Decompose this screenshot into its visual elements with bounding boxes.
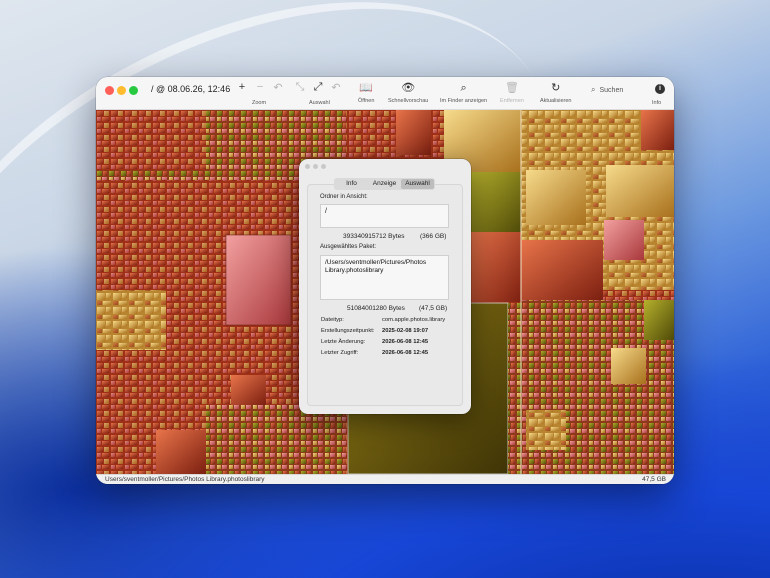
treemap-block[interactable] — [156, 430, 206, 474]
treemap-block[interactable] — [225, 234, 292, 326]
status-path: Users/sventmoller/Pictures/Photos Librar… — [105, 476, 265, 483]
window-title: / @ 08.06.26, 12:46 — [151, 84, 231, 94]
eye-icon: 👁 — [401, 82, 416, 94]
open-button[interactable]: 📖 Öffnen — [358, 81, 374, 104]
zoom-label: Zoom — [252, 100, 267, 106]
tab-info[interactable]: Info — [335, 179, 368, 189]
package-size: (47,5 GB) — [419, 305, 448, 312]
search-icon: ⌕ — [591, 85, 596, 94]
toolbar: / @ 08.06.26, 12:46 + − ↶ Zoom ⤡ ⤢ ↶ Aus… — [96, 77, 674, 110]
meta-accessed-key: Letzter Zugriff: — [321, 350, 359, 356]
treemap-block[interactable] — [96, 290, 166, 350]
finder-label: Im Finder anzeigen — [440, 98, 488, 104]
tab-auswahl[interactable]: Auswahl — [401, 179, 434, 189]
meta-modified-value: 2026-06-08 12:45 — [382, 339, 429, 345]
info-icon[interactable]: i — [655, 84, 665, 94]
shrink-icon[interactable]: ⤡ — [294, 81, 306, 94]
treemap-block[interactable] — [641, 110, 674, 150]
selection-group: ⤡ ⤢ ↶ — [294, 81, 342, 94]
status-size: 47,5 GB — [642, 476, 666, 483]
search-placeholder: Suchen — [599, 87, 624, 94]
treemap-block[interactable] — [611, 348, 646, 384]
treemap-block[interactable] — [526, 170, 586, 225]
open-label: Öffnen — [358, 98, 375, 104]
treemap-block[interactable] — [521, 240, 603, 300]
selection-label: Auswahl — [309, 100, 330, 106]
close-button[interactable] — [105, 86, 114, 95]
treemap-block[interactable] — [96, 110, 206, 170]
remove-button[interactable]: 🗑 Entfernen — [500, 81, 524, 104]
meta-modified-key: Letzte Änderung: — [321, 339, 366, 345]
folder-label: Ordner in Ansicht: — [320, 194, 368, 200]
undo-icon[interactable]: ↶ — [272, 81, 284, 94]
inspector-zoom-button[interactable] — [321, 164, 326, 169]
treemap-block[interactable] — [604, 220, 644, 260]
status-bar: Users/sventmoller/Pictures/Photos Librar… — [96, 474, 674, 484]
inspector-panel: Info Anzeige Auswahl Ordner in Ansicht: … — [299, 159, 471, 414]
zoom-in-icon[interactable]: + — [236, 81, 248, 94]
zoom-group: + − ↶ — [236, 81, 284, 94]
folder-path-field[interactable]: / — [320, 204, 449, 228]
treemap-block[interactable] — [526, 410, 566, 450]
finder-icon: ⌕ — [460, 82, 467, 94]
search-field[interactable]: ⌕ Suchen — [591, 85, 623, 95]
minimize-button[interactable] — [117, 86, 126, 95]
treemap-block[interactable] — [508, 303, 521, 474]
treemap-block[interactable] — [471, 232, 521, 302]
trash-icon: 🗑 — [504, 82, 519, 94]
info-label: Info — [652, 100, 662, 106]
meta-type-key: Dateityp: — [321, 317, 344, 323]
refresh-label: Aktualisieren — [540, 98, 572, 104]
expand-icon[interactable]: ⤢ — [312, 81, 324, 94]
meta-accessed-value: 2026-06-08 12:45 — [382, 350, 429, 356]
zoom-out-icon[interactable]: − — [254, 81, 266, 94]
treemap-block[interactable] — [606, 165, 674, 217]
finder-button[interactable]: ⌕ Im Finder anzeigen — [440, 81, 487, 104]
package-path-field[interactable]: /Users/sventmoller/Pictures/Photos Libra… — [320, 255, 449, 300]
inspector-close-button[interactable] — [305, 164, 310, 169]
treemap-block[interactable] — [396, 110, 431, 155]
refresh-icon: ↻ — [551, 82, 561, 94]
treemap-block[interactable] — [471, 172, 521, 232]
package-label: Ausgewähltes Paket: — [320, 244, 377, 250]
inspector-minimize-button[interactable] — [313, 164, 318, 169]
book-icon: 📖 — [359, 82, 374, 94]
quicklook-label: Schnellvorschau — [388, 98, 429, 104]
meta-type-value: com.apple.photos.library — [382, 317, 446, 323]
inspector-tabs: Info Anzeige Auswahl — [334, 178, 435, 190]
folder-size: (366 GB) — [420, 233, 447, 240]
treemap-block[interactable] — [206, 405, 346, 474]
package-bytes: 51084001280 Bytes — [347, 305, 405, 312]
folder-bytes: 393340915712 Bytes — [343, 233, 405, 240]
meta-created-key: Erstellungszeitpunkt: — [321, 328, 375, 334]
quicklook-button[interactable]: 👁 Schnellvorschau — [388, 81, 428, 104]
remove-label: Entfernen — [500, 98, 524, 104]
meta-created-value: 2025-02-08 19:07 — [382, 328, 429, 334]
treemap-block[interactable] — [231, 375, 266, 405]
undo-selection-icon[interactable]: ↶ — [330, 81, 342, 94]
maximize-button[interactable] — [129, 86, 138, 95]
tab-anzeige[interactable]: Anzeige — [368, 179, 401, 189]
treemap-block[interactable] — [644, 300, 674, 340]
refresh-button[interactable]: ↻ Aktualisieren — [540, 81, 572, 104]
